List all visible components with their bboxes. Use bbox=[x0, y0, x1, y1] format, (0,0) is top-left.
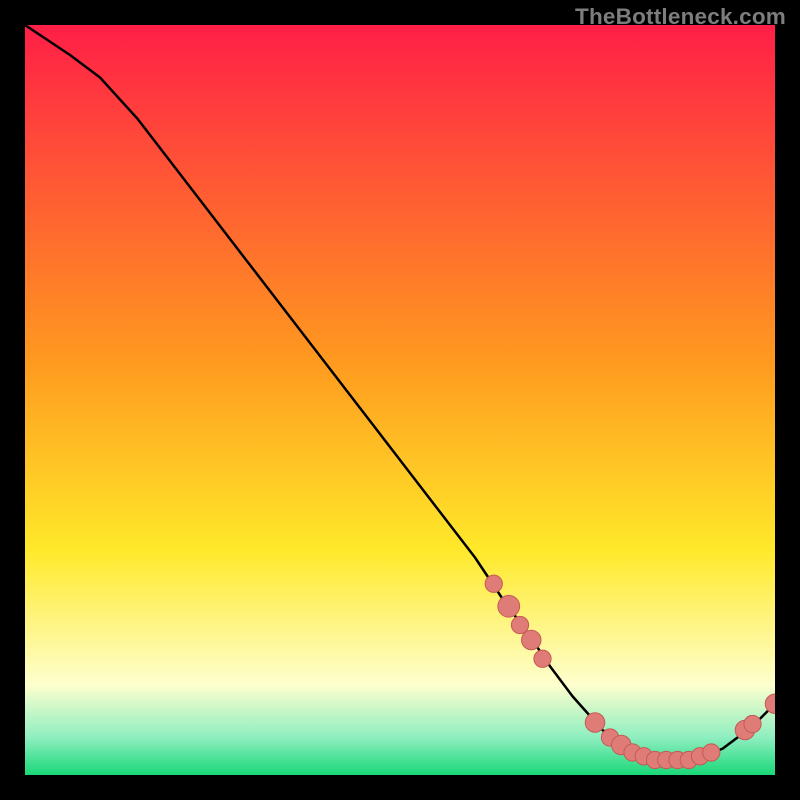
gradient-rect bbox=[25, 25, 775, 775]
gradient-background bbox=[25, 25, 775, 775]
plot-area bbox=[25, 25, 775, 775]
watermark-text: TheBottleneck.com bbox=[575, 4, 786, 30]
chart-frame: TheBottleneck.com bbox=[0, 0, 800, 800]
